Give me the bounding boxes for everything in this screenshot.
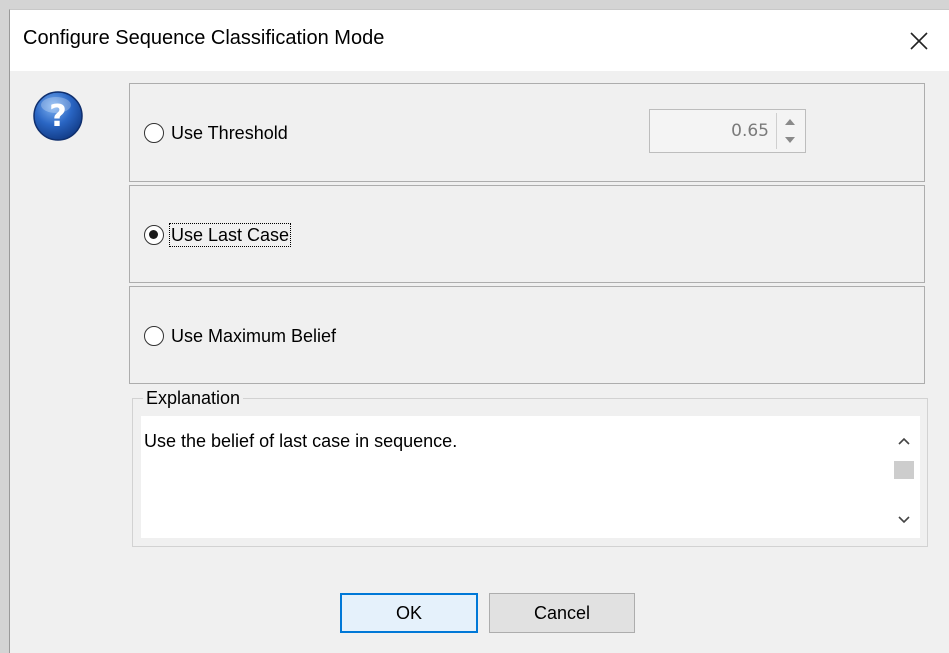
radio-circle: [144, 123, 164, 143]
maximum-belief-panel: Use Maximum Belief: [129, 286, 925, 384]
ok-button[interactable]: OK: [340, 593, 478, 633]
spin-up-button[interactable]: [778, 113, 802, 131]
close-button[interactable]: [888, 10, 949, 71]
spin-buttons: [776, 113, 802, 149]
svg-text:?: ?: [49, 99, 66, 134]
close-icon: [910, 31, 928, 50]
radio-circle-checked: [144, 225, 164, 245]
scroll-thumb[interactable]: [894, 461, 914, 479]
scroll-down-button[interactable]: [888, 507, 920, 533]
threshold-spinbox[interactable]: 0.65: [649, 109, 806, 153]
window-title: Configure Sequence Classification Mode: [23, 27, 385, 49]
threshold-panel: Use Threshold 0.65: [129, 83, 925, 182]
chevron-down-icon: [898, 516, 910, 524]
radio-circle: [144, 326, 164, 346]
question-mark-icon: ?: [33, 91, 83, 141]
triangle-down-icon: [785, 137, 795, 143]
radio-label: Use Last Case: [168, 223, 292, 247]
radio-label: Use Maximum Belief: [171, 326, 337, 346]
explanation-textarea[interactable]: Use the belief of last case in sequence.: [141, 416, 920, 538]
vertical-scrollbar[interactable]: [888, 416, 920, 538]
radio-label: Use Threshold: [171, 123, 288, 143]
title-bar: Configure Sequence Classification Mode: [10, 10, 949, 71]
scroll-up-button[interactable]: [888, 428, 920, 454]
triangle-up-icon: [785, 119, 795, 125]
radio-use-threshold[interactable]: Use Threshold: [144, 122, 289, 144]
radio-use-maximum-belief[interactable]: Use Maximum Belief: [144, 325, 337, 347]
spin-down-button[interactable]: [778, 131, 802, 149]
cancel-button[interactable]: Cancel: [489, 593, 635, 633]
radio-use-last-case[interactable]: Use Last Case: [144, 223, 292, 247]
chevron-up-icon: [898, 437, 910, 445]
dialog-window: Configure Sequence Classification Mode ?…: [9, 9, 949, 653]
explanation-legend: Explanation: [143, 387, 244, 409]
last-case-panel: Use Last Case: [129, 185, 925, 283]
threshold-value: 0.65: [731, 121, 769, 141]
explanation-text: Use the belief of last case in sequence.: [144, 431, 458, 451]
